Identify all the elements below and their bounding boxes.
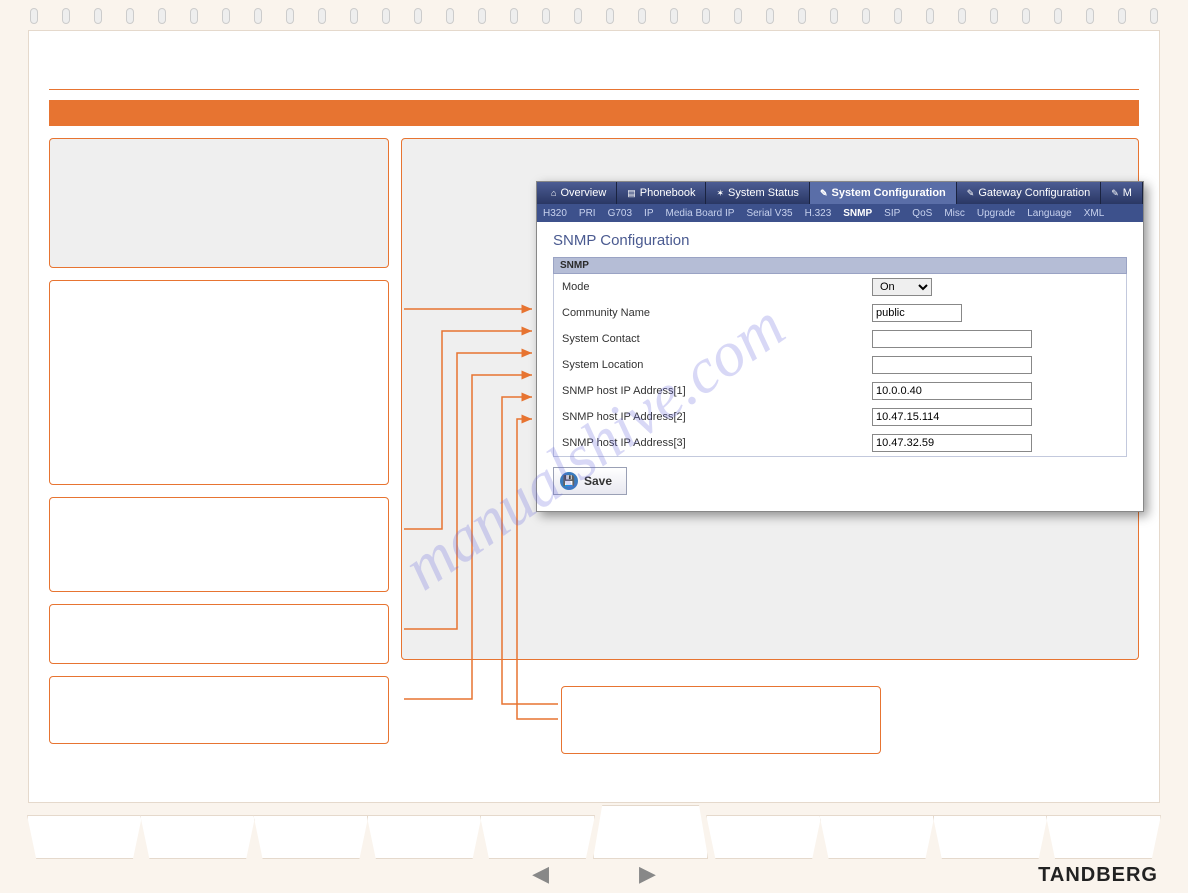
contact-input[interactable] <box>872 330 1032 348</box>
host2-input[interactable] <box>872 408 1032 426</box>
tab-label: Gateway Configuration <box>978 187 1090 199</box>
subtab-upgrade[interactable]: Upgrade <box>977 208 1015 219</box>
subtab-h323[interactable]: H.323 <box>805 208 832 219</box>
subtab-snmp[interactable]: SNMP <box>843 208 872 219</box>
box-host-ip <box>561 686 881 754</box>
box-system-location <box>49 676 389 744</box>
wrench-icon: ✎ <box>967 188 975 199</box>
box-community <box>49 497 389 592</box>
subtab-qos[interactable]: QoS <box>912 208 932 219</box>
snmp-form: Mode On Community Name System Contact <box>553 274 1127 457</box>
page-nav: ◀ ▶ <box>532 861 656 887</box>
section-tab[interactable] <box>819 815 934 859</box>
section-tab[interactable] <box>27 815 142 859</box>
tab-label: Phonebook <box>640 187 696 199</box>
brand-logo: TANDBERG <box>1038 864 1158 887</box>
section-tab[interactable] <box>706 815 821 859</box>
save-button[interactable]: 💾 Save <box>553 467 627 495</box>
section-tabs <box>28 815 1160 859</box>
save-button-label: Save <box>584 474 612 488</box>
save-icon: 💾 <box>560 472 578 490</box>
subtab-ip[interactable]: IP <box>644 208 653 219</box>
section-tab[interactable] <box>1046 815 1161 859</box>
book-icon: ▤ <box>627 188 636 199</box>
title-bar <box>49 100 1139 126</box>
community-input[interactable] <box>872 304 962 322</box>
section-tab[interactable] <box>367 815 482 859</box>
tab-overview[interactable]: ⌂ Overview <box>541 182 617 204</box>
spiral-binding <box>30 8 1158 28</box>
section-tab[interactable] <box>253 815 368 859</box>
host3-input[interactable] <box>872 434 1032 452</box>
tab-system-status[interactable]: ✶ System Status <box>706 182 809 204</box>
status-icon: ✶ <box>716 188 724 199</box>
page-frame: ⌂Overview ▤Phonebook ✶System Status ✎Sys… <box>28 30 1160 803</box>
divider-line <box>49 89 1139 90</box>
section-header: SNMP <box>553 257 1127 274</box>
section-tab[interactable] <box>933 815 1048 859</box>
mode-label: Mode <box>562 281 872 293</box>
community-label: Community Name <box>562 307 872 319</box>
wrench-icon: ✎ <box>1111 188 1119 199</box>
screenshot-panel: ⌂Overview ▤Phonebook ✶System Status ✎Sys… <box>401 138 1139 660</box>
contact-label: System Contact <box>562 333 872 345</box>
tab-more[interactable]: ✎M <box>1101 182 1143 204</box>
sub-tab-bar: H320 PRI G703 IP Media Board IP Serial V… <box>537 204 1143 222</box>
prev-arrow-icon[interactable]: ◀ <box>532 861 549 887</box>
subtab-sip[interactable]: SIP <box>884 208 900 219</box>
left-column <box>49 138 389 756</box>
box-about-snmp <box>49 138 389 268</box>
location-label: System Location <box>562 359 872 371</box>
tab-gateway-configuration[interactable]: ✎Gateway Configuration <box>957 182 1101 204</box>
section-tab-active[interactable] <box>593 805 708 859</box>
host2-label: SNMP host IP Address[2] <box>562 411 872 423</box>
config-title: SNMP Configuration <box>553 232 1127 249</box>
subtab-pri[interactable]: PRI <box>579 208 596 219</box>
box-mode <box>49 280 389 485</box>
tab-label: Overview <box>560 187 606 199</box>
subtab-serial-v35[interactable]: Serial V35 <box>746 208 792 219</box>
tab-label: System Status <box>728 187 799 199</box>
subtab-media-board-ip[interactable]: Media Board IP <box>666 208 735 219</box>
tab-label: System Configuration <box>831 187 945 199</box>
mode-select[interactable]: On <box>872 278 932 296</box>
subtab-g703[interactable]: G703 <box>608 208 632 219</box>
home-icon: ⌂ <box>551 188 556 198</box>
subtab-xml[interactable]: XML <box>1084 208 1105 219</box>
tab-phonebook[interactable]: ▤ Phonebook <box>617 182 706 204</box>
wrench-icon: ✎ <box>820 188 828 199</box>
box-system-contact <box>49 604 389 664</box>
host1-input[interactable] <box>872 382 1032 400</box>
host1-label: SNMP host IP Address[1] <box>562 385 872 397</box>
embedded-screenshot: ⌂Overview ▤Phonebook ✶System Status ✎Sys… <box>536 181 1144 512</box>
tab-label: M <box>1123 187 1132 199</box>
subtab-h320[interactable]: H320 <box>543 208 567 219</box>
next-arrow-icon[interactable]: ▶ <box>639 861 656 887</box>
section-tab[interactable] <box>140 815 255 859</box>
tab-system-configuration[interactable]: ✎System Configuration <box>810 182 957 204</box>
host3-label: SNMP host IP Address[3] <box>562 437 872 449</box>
main-tab-bar: ⌂Overview ▤Phonebook ✶System Status ✎Sys… <box>537 182 1143 204</box>
subtab-misc[interactable]: Misc <box>944 208 965 219</box>
location-input[interactable] <box>872 356 1032 374</box>
section-tab[interactable] <box>480 815 595 859</box>
subtab-language[interactable]: Language <box>1027 208 1072 219</box>
